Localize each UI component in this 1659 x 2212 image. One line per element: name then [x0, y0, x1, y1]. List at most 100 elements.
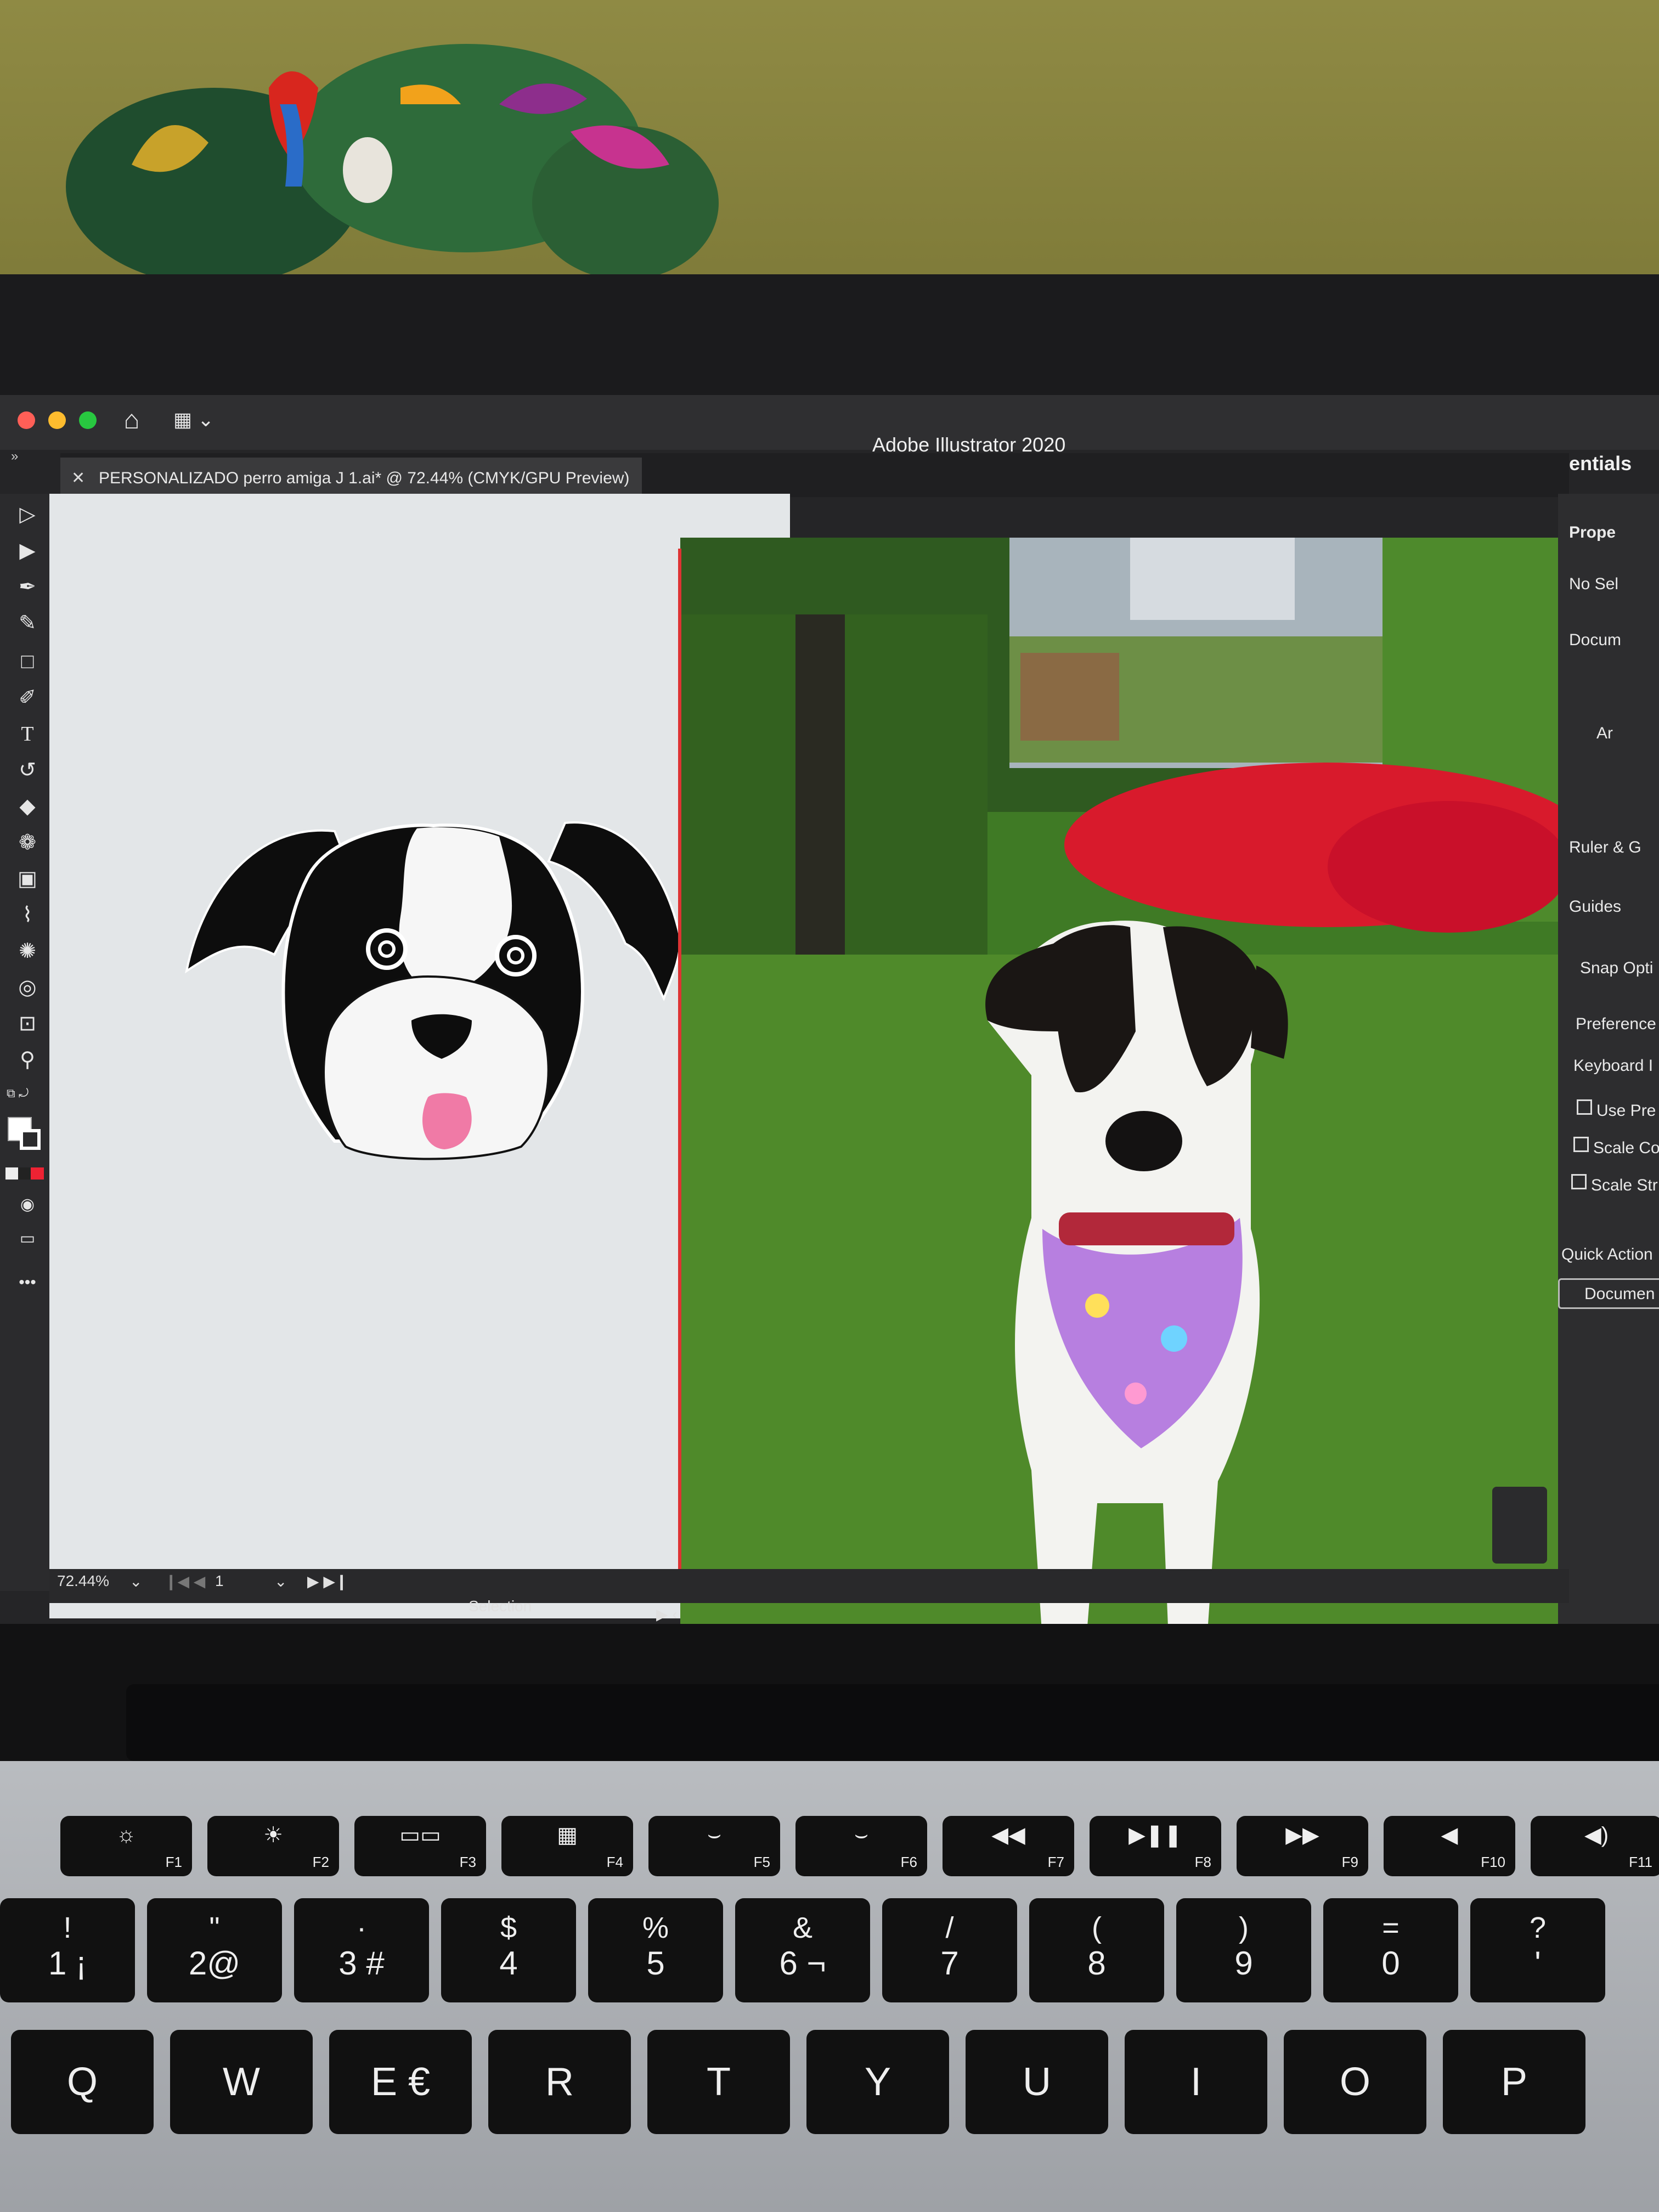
number-key[interactable]: $4	[441, 1898, 576, 2002]
arrange-documents-icon[interactable]: ▦ ⌄	[173, 406, 223, 433]
next-artboard-icon[interactable]: ▶ ▶❙	[307, 1572, 348, 1590]
direct-selection-tool-icon[interactable]: ▶	[12, 535, 43, 566]
letter-key[interactable]: I	[1125, 2030, 1267, 2134]
number-key[interactable]: ! 1 ¡	[0, 1898, 135, 2002]
draw-mode-icon[interactable]: ◉	[12, 1189, 43, 1220]
function-key-label: F10	[1481, 1854, 1505, 1870]
scale-corners-checkbox[interactable]	[1573, 1137, 1589, 1152]
type-tool-icon[interactable]: T	[12, 719, 43, 749]
key-upper-legend: &	[792, 1911, 813, 1944]
key-upper-legend: "	[209, 1911, 220, 1944]
letter-key[interactable]: R	[488, 2030, 631, 2134]
key-lower-legend: '	[1534, 1945, 1541, 1982]
eyedropper-tool-icon[interactable]: ⌇	[12, 900, 43, 930]
selection-tool-icon[interactable]: ▷	[12, 499, 43, 530]
letter-key[interactable]: P	[1443, 2030, 1585, 2134]
artboard-section-label: Ar	[1596, 724, 1613, 742]
preferences-label: Preference	[1576, 1015, 1656, 1033]
letter-key[interactable]: T	[647, 2030, 790, 2134]
letter-key[interactable]: W	[170, 2030, 313, 2134]
brightness-high-icon: ☀	[263, 1823, 283, 1847]
color-mode-buttons[interactable]	[5, 1167, 44, 1180]
warp-tool-icon[interactable]: ❁	[12, 827, 43, 858]
artboard-number[interactable]: 1	[215, 1572, 224, 1590]
guides-label: Guides	[1569, 898, 1622, 916]
letter-key[interactable]: E €	[329, 2030, 472, 2134]
rectangle-tool-icon[interactable]: □	[12, 646, 43, 677]
mission-control-icon: ▭▭	[399, 1823, 441, 1847]
artboard-dropdown-icon[interactable]: ⌄	[274, 1572, 287, 1590]
eraser-tool-icon[interactable]: ◆	[12, 791, 43, 822]
function-key-f11[interactable]: ◀) F11	[1531, 1816, 1659, 1876]
gradient-tool-icon[interactable]: ▣	[12, 864, 43, 894]
edit-toolbar-icon[interactable]: •••	[12, 1267, 43, 1298]
use-preview-checkbox[interactable]	[1577, 1099, 1592, 1115]
function-key-label: F5	[753, 1854, 770, 1870]
close-window-button[interactable]	[18, 411, 35, 429]
letter-key[interactable]: Y	[806, 2030, 949, 2134]
function-key-f3[interactable]: ▭▭ F3	[354, 1816, 486, 1876]
letter-key[interactable]: Q	[11, 2030, 154, 2134]
number-key[interactable]: /7	[882, 1898, 1017, 2002]
home-icon[interactable]: ⌂	[116, 405, 147, 436]
number-key[interactable]: = 0	[1323, 1898, 1458, 2002]
key-upper-legend: $	[500, 1911, 517, 1944]
zoom-window-button[interactable]	[79, 411, 97, 429]
artboard-tool-icon[interactable]: ⊡	[12, 1008, 43, 1039]
number-key[interactable]: ? '	[1470, 1898, 1605, 2002]
function-key-f2[interactable]: ☀ F2	[207, 1816, 339, 1876]
zoom-level[interactable]: 72.44%	[57, 1572, 109, 1590]
fast-forward-icon: ▶▶	[1285, 1823, 1319, 1847]
document-tab[interactable]: PERSONALIZADO perro amiga J 1.ai* @ 72.4…	[60, 458, 642, 499]
function-key-f6[interactable]: ⌣ F6	[795, 1816, 927, 1876]
number-key[interactable]: " 2@	[147, 1898, 282, 2002]
pen-tool-icon[interactable]: ✒	[12, 572, 43, 602]
number-key[interactable]: & 6 ¬	[735, 1898, 870, 2002]
number-key[interactable]: · 3 #	[294, 1898, 429, 2002]
function-key-f9[interactable]: ▶▶ F9	[1237, 1816, 1368, 1876]
paintbrush-tool-icon[interactable]: ✐	[12, 682, 43, 713]
function-key-f5[interactable]: ⌣ F5	[648, 1816, 780, 1876]
rewind-icon: ◀◀	[991, 1823, 1025, 1847]
function-key-f10[interactable]: ◀ F10	[1384, 1816, 1515, 1876]
dog-photo	[680, 538, 1569, 1646]
vector-dog-illustration[interactable]	[170, 812, 691, 1185]
function-key-f4[interactable]: ▦ F4	[501, 1816, 633, 1876]
function-key-label: F11	[1629, 1854, 1652, 1870]
function-key-label: F9	[1341, 1854, 1358, 1870]
zoom-dropdown-icon[interactable]: ⌄	[129, 1572, 142, 1590]
document-section-label: Docum	[1569, 631, 1622, 649]
number-key[interactable]: % 5	[588, 1898, 723, 2002]
launchpad-icon: ▦	[557, 1823, 578, 1847]
shape-builder-tool-icon[interactable]: ◎	[12, 972, 43, 1003]
curvature-tool-icon[interactable]: ✎	[12, 608, 43, 639]
number-key[interactable]: ) 9	[1176, 1898, 1311, 2002]
function-key-f8[interactable]: ▶❚❚ F8	[1090, 1816, 1221, 1876]
letter-key[interactable]: O	[1284, 2030, 1426, 2134]
mute-icon: ◀	[1441, 1823, 1458, 1847]
status-menu-arrow-icon[interactable]: ▶ ‹	[656, 1605, 678, 1623]
function-key-f1[interactable]: ☼ F1	[60, 1816, 192, 1876]
function-key-label: F8	[1194, 1854, 1211, 1870]
swap-fill-stroke-icon[interactable]: ⧉ ⤾	[7, 1086, 47, 1100]
screen-mode-icon[interactable]: ▭	[12, 1223, 43, 1254]
function-key-f7[interactable]: ◀◀ F7	[943, 1816, 1074, 1876]
ruler-grids-label: Ruler & G	[1569, 838, 1641, 856]
collapse-panels-icon[interactable]: »	[11, 449, 18, 464]
key-lower-legend: 8	[1087, 1945, 1106, 1982]
rotate-tool-icon[interactable]: ↺	[12, 755, 43, 786]
zoom-tool-icon[interactable]: ⚲	[12, 1045, 43, 1075]
close-tab-icon[interactable]: ✕	[71, 458, 93, 499]
scale-strokes-checkbox[interactable]	[1571, 1174, 1587, 1189]
blend-tool-icon[interactable]: ✺	[12, 936, 43, 967]
first-artboard-icon[interactable]: ❙◀ ◀	[165, 1572, 205, 1590]
placed-photo-frame[interactable]	[680, 538, 1569, 1646]
key-lower-legend: 6 ¬	[779, 1945, 826, 1982]
properties-panel-title: Prope	[1569, 523, 1616, 541]
letter-key[interactable]: U	[966, 2030, 1108, 2134]
stroke-swatch[interactable]	[20, 1129, 41, 1150]
function-key-label: F2	[312, 1854, 329, 1870]
title-bar	[0, 395, 1659, 450]
minimize-window-button[interactable]	[48, 411, 66, 429]
number-key[interactable]: (8	[1029, 1898, 1164, 2002]
